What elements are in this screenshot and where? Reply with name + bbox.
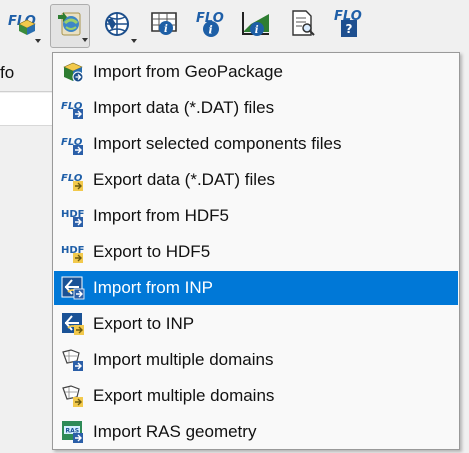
profile-info-button[interactable]: i [236,4,276,48]
flo-info-button[interactable]: FLO i [190,4,230,48]
menu-item-export-hdf5[interactable]: HDF Export to HDF5 [54,235,458,269]
geopackage-icon [63,62,84,83]
menu-item-label: Import from GeoPackage [93,62,283,81]
panel-tab-label: fo [0,63,15,82]
import-export-button[interactable] [50,4,90,48]
map-info-button[interactable]: i [144,4,184,48]
chevron-down-icon [131,39,137,43]
menu-item-label: Import multiple domains [93,350,274,369]
import-export-icon [58,12,81,36]
menu-item-label: Export data (*.DAT) files [93,170,276,189]
menu-item-label: Import from INP [93,278,213,297]
flo-help-icon: FLO ? [334,9,362,37]
ras-import-icon: RAS [62,421,83,443]
svg-text:i: i [164,24,168,35]
map-info-icon: i [151,12,177,35]
hdf-export-icon: HDF [61,245,85,263]
inp-import-icon [61,276,85,300]
globe-button[interactable] [98,4,138,48]
menu-item-import-ras-geometry[interactable]: RAS Import RAS geometry [54,415,458,449]
flo-import-icon: FLO [61,101,83,119]
menu-item-import-multiple-domains[interactable]: Import multiple domains [54,343,458,377]
menu-item-label: Import RAS geometry [93,422,257,441]
flo-gpkg-button[interactable]: FLO [2,4,42,48]
flo-export-icon: FLO [61,173,83,191]
hdf-import-icon: HDF [61,209,85,227]
globe-icon [105,12,129,36]
svg-text:i: i [209,24,213,37]
menu-item-label: Import data (*.DAT) files [93,98,275,117]
inp-export-icon [62,313,84,335]
menu-item-export-dat[interactable]: FLO Export data (*.DAT) files [54,163,458,197]
domains-import-icon [62,349,83,371]
svg-text:i: i [255,25,259,36]
menu-item-label: Import from HDF5 [93,206,230,225]
menu-item-import-inp[interactable]: Import from INP [54,271,458,305]
menu-item-import-selected-components[interactable]: FLO Import selected components files [54,127,458,161]
panel-tab[interactable]: fo [0,54,52,92]
toolbar: FLO i FLO i i FLO ? [0,0,469,54]
import-export-menu: Import from GeoPackage FLO Import data (… [52,52,460,450]
menu-item-export-inp[interactable]: Export to INP [54,307,458,341]
panel-area [0,126,52,453]
panel-content [0,93,52,125]
menu-item-label: Export to HDF5 [93,242,211,261]
chevron-down-icon [82,38,88,42]
document-search-button[interactable] [282,4,322,48]
svg-text:?: ? [346,22,353,36]
flo-help-button[interactable]: FLO ? [328,4,368,48]
flo-info-icon: FLO i [196,11,224,37]
menu-item-export-multiple-domains[interactable]: Export multiple domains [54,379,458,413]
menu-item-label: Import selected components files [93,134,342,153]
menu-item-import-geopackage[interactable]: Import from GeoPackage [54,55,458,89]
chevron-down-icon [35,39,41,43]
profile-info-icon: i [242,12,269,36]
document-search-icon [292,10,315,36]
menu-item-label: Export multiple domains [93,386,275,405]
menu-item-label: Export to INP [93,314,195,333]
flo-gpkg-icon: FLO [8,14,36,35]
flo-import-icon: FLO [61,137,83,155]
menu-item-import-hdf5[interactable]: HDF Import from HDF5 [54,199,458,233]
domains-export-icon [62,385,83,407]
menu-item-import-dat[interactable]: FLO Import data (*.DAT) files [54,91,458,125]
